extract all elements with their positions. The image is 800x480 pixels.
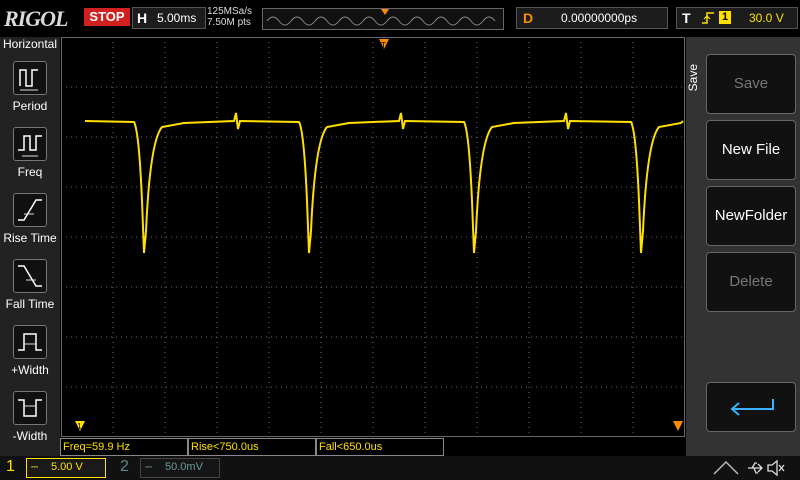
delay-key: D: [523, 10, 534, 26]
sample-rate: 125MSa/s: [207, 6, 253, 17]
timebase-key: H: [137, 10, 148, 26]
measure-freq-label: Freq: [17, 165, 43, 179]
new-folder-button[interactable]: NewFolder: [706, 186, 796, 246]
trigger-level-marker[interactable]: [673, 421, 683, 431]
waveform-display[interactable]: T 1: [61, 37, 685, 437]
horizontal-measure-menu: Horizontal Period Freq Rise Time Fall Ti…: [0, 37, 60, 457]
frequency-icon: [13, 127, 47, 161]
timebase-indicator[interactable]: H 5.00ms: [132, 7, 206, 29]
timebase-value: 5.00ms: [157, 11, 197, 25]
negative-width-icon: [13, 391, 47, 425]
channel2-scale-box[interactable]: ⎓ 50.0mV: [140, 458, 220, 478]
rising-edge-icon: [702, 12, 714, 24]
svg-text:1: 1: [77, 422, 82, 431]
graticule: [61, 37, 685, 437]
trigger-level: 30.0 V: [749, 11, 784, 25]
return-arrow-icon: [730, 399, 774, 416]
dc-coupling-icon: ⎓: [31, 462, 39, 472]
measure-fall-time-label: Fall Time: [5, 297, 55, 311]
delay-value: 0.00000000ps: [561, 11, 638, 25]
channel2-number[interactable]: 2: [120, 458, 129, 476]
memory-overview-waveform: [266, 9, 496, 26]
svg-text:T: T: [381, 41, 386, 50]
channel2-scale: 50.0mV: [165, 461, 203, 473]
save-button[interactable]: Save: [706, 54, 796, 114]
menu-arrows-icon: [713, 460, 739, 475]
measure-negative-width-button[interactable]: -Width: [0, 385, 60, 449]
measurement-freq: Freq=59.9 Hz: [60, 438, 188, 456]
measure-fall-time-button[interactable]: Fall Time: [0, 253, 60, 317]
rise-time-icon: [13, 193, 47, 227]
memory-trigger-marker: [381, 9, 389, 15]
memory-depth: 7.50M pts: [207, 17, 251, 28]
new-file-button[interactable]: New File: [706, 120, 796, 180]
period-icon: [13, 61, 47, 95]
channel1-number[interactable]: 1: [6, 458, 15, 476]
trigger-indicator[interactable]: T 1 30.0 V: [676, 7, 798, 29]
brand-logo: RIGOL: [4, 6, 68, 31]
measure-freq-button[interactable]: Freq: [0, 121, 60, 185]
measure-positive-width-button[interactable]: +Width: [0, 319, 60, 383]
trigger-source: 1: [719, 11, 731, 24]
fall-time-icon: [13, 259, 47, 293]
save-menu-title: Save: [686, 64, 700, 92]
measure-period-label: Period: [12, 99, 48, 113]
usb-icon: [748, 462, 763, 474]
positive-width-icon: [13, 325, 47, 359]
channel1-trace: [84, 112, 684, 254]
measure-positive-width-label: +Width: [11, 363, 49, 377]
menu-title: Horizontal: [2, 37, 58, 51]
measure-negative-width-label: -Width: [12, 429, 48, 443]
measurement-rise: Rise<750.0us: [188, 438, 316, 456]
delete-button[interactable]: Delete: [706, 252, 796, 312]
measure-period-button[interactable]: Period: [0, 55, 60, 119]
measurement-fall: Fall<650.0us: [316, 438, 444, 456]
return-button[interactable]: [706, 382, 796, 432]
measure-rise-time-button[interactable]: Rise Time: [0, 187, 60, 251]
measure-rise-time-label: Rise Time: [3, 231, 57, 245]
dc-coupling-icon: ⎓: [145, 462, 153, 472]
channel1-scale: 5.00 V: [51, 461, 83, 473]
delay-indicator[interactable]: D 0.00000000ps: [516, 7, 668, 29]
acquisition-info: 125MSa/s 7.50M pts: [207, 6, 252, 28]
speaker-muted-icon[interactable]: [766, 459, 786, 477]
trigger-key: T: [682, 10, 691, 26]
run-stop-status[interactable]: STOP: [84, 8, 130, 26]
memory-overview[interactable]: [262, 8, 504, 30]
channel1-scale-box[interactable]: ⎓ 5.00 V: [26, 458, 106, 478]
